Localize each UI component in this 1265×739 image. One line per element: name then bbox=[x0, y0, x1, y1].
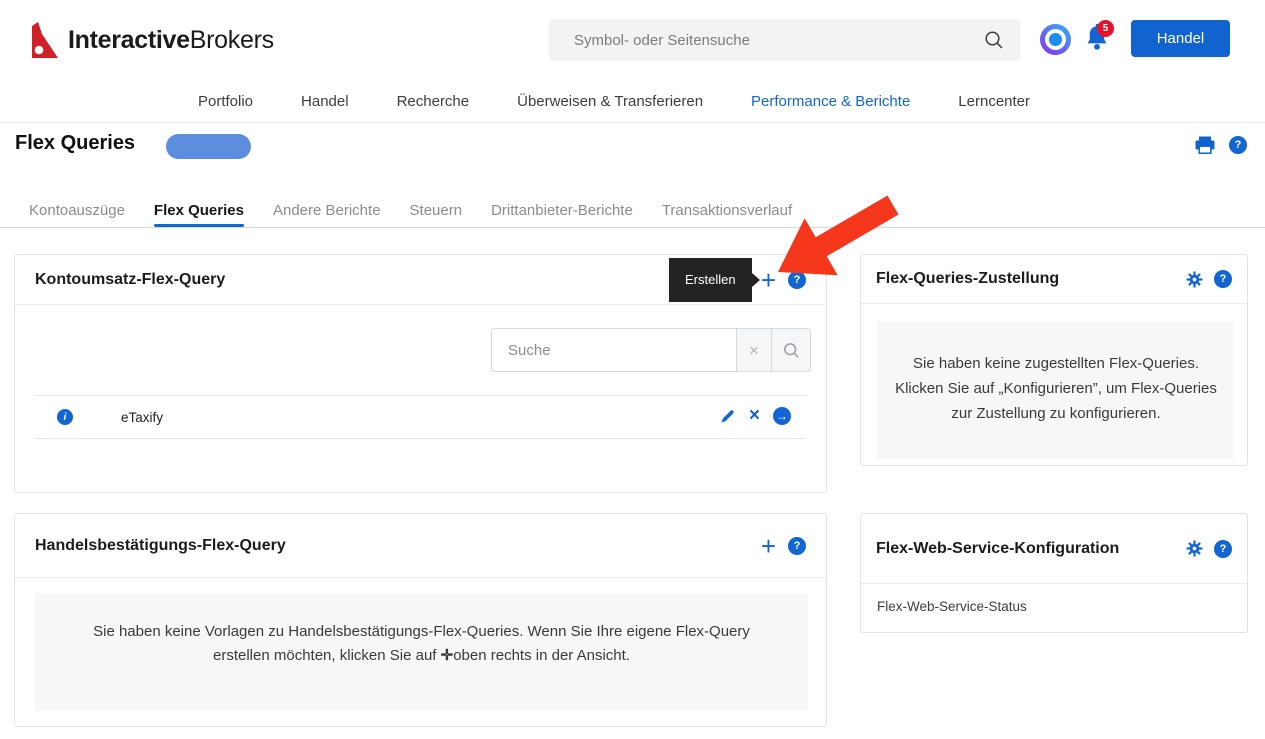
delete-icon[interactable]: × bbox=[749, 408, 760, 424]
print-icon[interactable] bbox=[1195, 136, 1215, 154]
gear-icon[interactable] bbox=[1186, 271, 1203, 288]
nav-portfolio[interactable]: Portfolio bbox=[198, 93, 253, 110]
activity-card-actions: Erstellen + ? bbox=[761, 270, 806, 290]
delivery-card-title: Flex-Queries-Zustellung bbox=[876, 269, 1186, 289]
activity-flex-query-card: Kontoumsatz-Flex-Query Erstellen + ? × bbox=[14, 254, 827, 493]
query-search-submit-button[interactable] bbox=[772, 328, 811, 372]
ib-logo-mark bbox=[28, 21, 60, 59]
brand-name: InteractiveBrokers bbox=[68, 26, 274, 55]
webservice-card-help-icon[interactable]: ? bbox=[1214, 540, 1232, 558]
tab-drittanbieter-berichte[interactable]: Drittanbieter-Berichte bbox=[491, 195, 633, 227]
tab-transaktionsverlauf[interactable]: Transaktionsverlauf bbox=[662, 195, 792, 227]
nav-performance-berichte[interactable]: Performance & Berichte bbox=[751, 93, 910, 110]
trade-card-header: Handelsbestätigungs-Flex-Query + ? bbox=[15, 514, 826, 578]
search-icon bbox=[783, 342, 800, 359]
activity-card-title: Kontoumsatz-Flex-Query bbox=[35, 270, 761, 290]
query-search-clear-button[interactable]: × bbox=[737, 328, 772, 372]
assistant-avatar-icon[interactable] bbox=[1040, 24, 1071, 55]
query-search-input[interactable] bbox=[491, 328, 737, 372]
flex-queries-delivery-card: Flex-Queries-Zustellung bbox=[860, 254, 1248, 466]
query-search-group: × bbox=[491, 328, 811, 372]
flex-queries-page: InteractiveBrokers 5 Handel Portfolio Ha… bbox=[0, 0, 1265, 739]
create-query-plus-icon[interactable]: + bbox=[761, 270, 776, 290]
trade-button[interactable]: Handel bbox=[1131, 20, 1230, 57]
notifications-button[interactable]: 5 bbox=[1084, 24, 1116, 58]
delivery-card-actions: ? bbox=[1186, 270, 1232, 288]
tab-kontoauszuege[interactable]: Kontoauszüge bbox=[29, 195, 125, 227]
webservice-card-actions: ? bbox=[1186, 540, 1232, 558]
nav-ueberweisen-transferieren[interactable]: Überweisen & Transferieren bbox=[517, 93, 703, 110]
brand-bold: Interactive bbox=[68, 26, 190, 54]
brand-light: Brokers bbox=[190, 26, 274, 54]
webservice-status-row[interactable]: Flex-Web-Service-Status bbox=[861, 584, 1247, 629]
run-query-icon[interactable]: → bbox=[773, 407, 791, 425]
clear-icon: × bbox=[749, 342, 759, 359]
title-actions: ? bbox=[1195, 136, 1247, 154]
trade-card-actions: + ? bbox=[761, 536, 806, 556]
divider bbox=[35, 438, 806, 439]
query-name: eTaxify bbox=[121, 410, 163, 425]
delivery-card-header: Flex-Queries-Zustellung bbox=[861, 255, 1247, 304]
tab-steuern[interactable]: Steuern bbox=[410, 195, 463, 227]
create-query-wrap: Erstellen + bbox=[761, 270, 776, 290]
delivery-empty-text: Sie haben keine zugestellten Flex-Querie… bbox=[889, 351, 1223, 426]
inline-plus-glyph: ✛ bbox=[441, 647, 454, 664]
notification-badge: 5 bbox=[1097, 20, 1114, 37]
empty-text-before: Sie haben keine Vorlagen zu Handelsbestä… bbox=[93, 623, 750, 664]
report-tabs: Kontoauszüge Flex Queries Andere Bericht… bbox=[0, 195, 1265, 228]
query-row-actions: × → bbox=[720, 407, 791, 425]
global-search-input[interactable] bbox=[549, 32, 984, 49]
flex-web-service-card: Flex-Web-Service-Konfiguration bbox=[860, 513, 1248, 633]
interactive-brokers-logo[interactable]: InteractiveBrokers bbox=[28, 21, 274, 59]
webservice-card-header: Flex-Web-Service-Konfiguration bbox=[861, 514, 1247, 584]
gear-icon[interactable] bbox=[1186, 540, 1203, 557]
webservice-card-title: Flex-Web-Service-Konfiguration bbox=[876, 539, 1186, 559]
nav-handel[interactable]: Handel bbox=[301, 93, 349, 110]
activity-card-header: Kontoumsatz-Flex-Query Erstellen + ? bbox=[15, 255, 826, 305]
nav-lerncenter[interactable]: Lerncenter bbox=[958, 93, 1030, 110]
trade-card-empty-message: Sie haben keine Vorlagen zu Handelsbestä… bbox=[35, 593, 808, 711]
search-icon[interactable] bbox=[984, 30, 1004, 50]
page-help-icon[interactable]: ? bbox=[1229, 136, 1247, 154]
empty-text-after: oben rechts in der Ansicht. bbox=[453, 647, 630, 664]
nav-recherche[interactable]: Recherche bbox=[397, 93, 470, 110]
webservice-status-label: Flex-Web-Service-Status bbox=[877, 599, 1027, 614]
query-row-etaxify: i eTaxify × → bbox=[15, 396, 826, 438]
tab-flex-queries[interactable]: Flex Queries bbox=[154, 195, 244, 227]
main-nav: Portfolio Handel Recherche Überweisen & … bbox=[0, 80, 1265, 123]
global-search-bar[interactable] bbox=[549, 19, 1020, 61]
activity-card-help-icon[interactable]: ? bbox=[788, 271, 806, 289]
trade-confirmation-flex-query-card: Handelsbestätigungs-Flex-Query + ? Sie h… bbox=[14, 513, 827, 727]
delivery-card-help-icon[interactable]: ? bbox=[1214, 270, 1232, 288]
tab-andere-berichte[interactable]: Andere Berichte bbox=[273, 195, 381, 227]
page-title: Flex Queries bbox=[15, 132, 135, 155]
info-icon[interactable]: i bbox=[57, 409, 73, 425]
trade-card-title: Handelsbestätigungs-Flex-Query bbox=[35, 536, 761, 556]
delivery-card-empty-message: Sie haben keine zugestellten Flex-Querie… bbox=[877, 321, 1233, 459]
edit-pencil-icon[interactable] bbox=[720, 408, 736, 424]
create-trade-query-plus-icon[interactable]: + bbox=[761, 536, 776, 556]
trade-card-help-icon[interactable]: ? bbox=[788, 537, 806, 555]
account-badge bbox=[166, 134, 251, 159]
create-tooltip: Erstellen bbox=[669, 258, 752, 302]
